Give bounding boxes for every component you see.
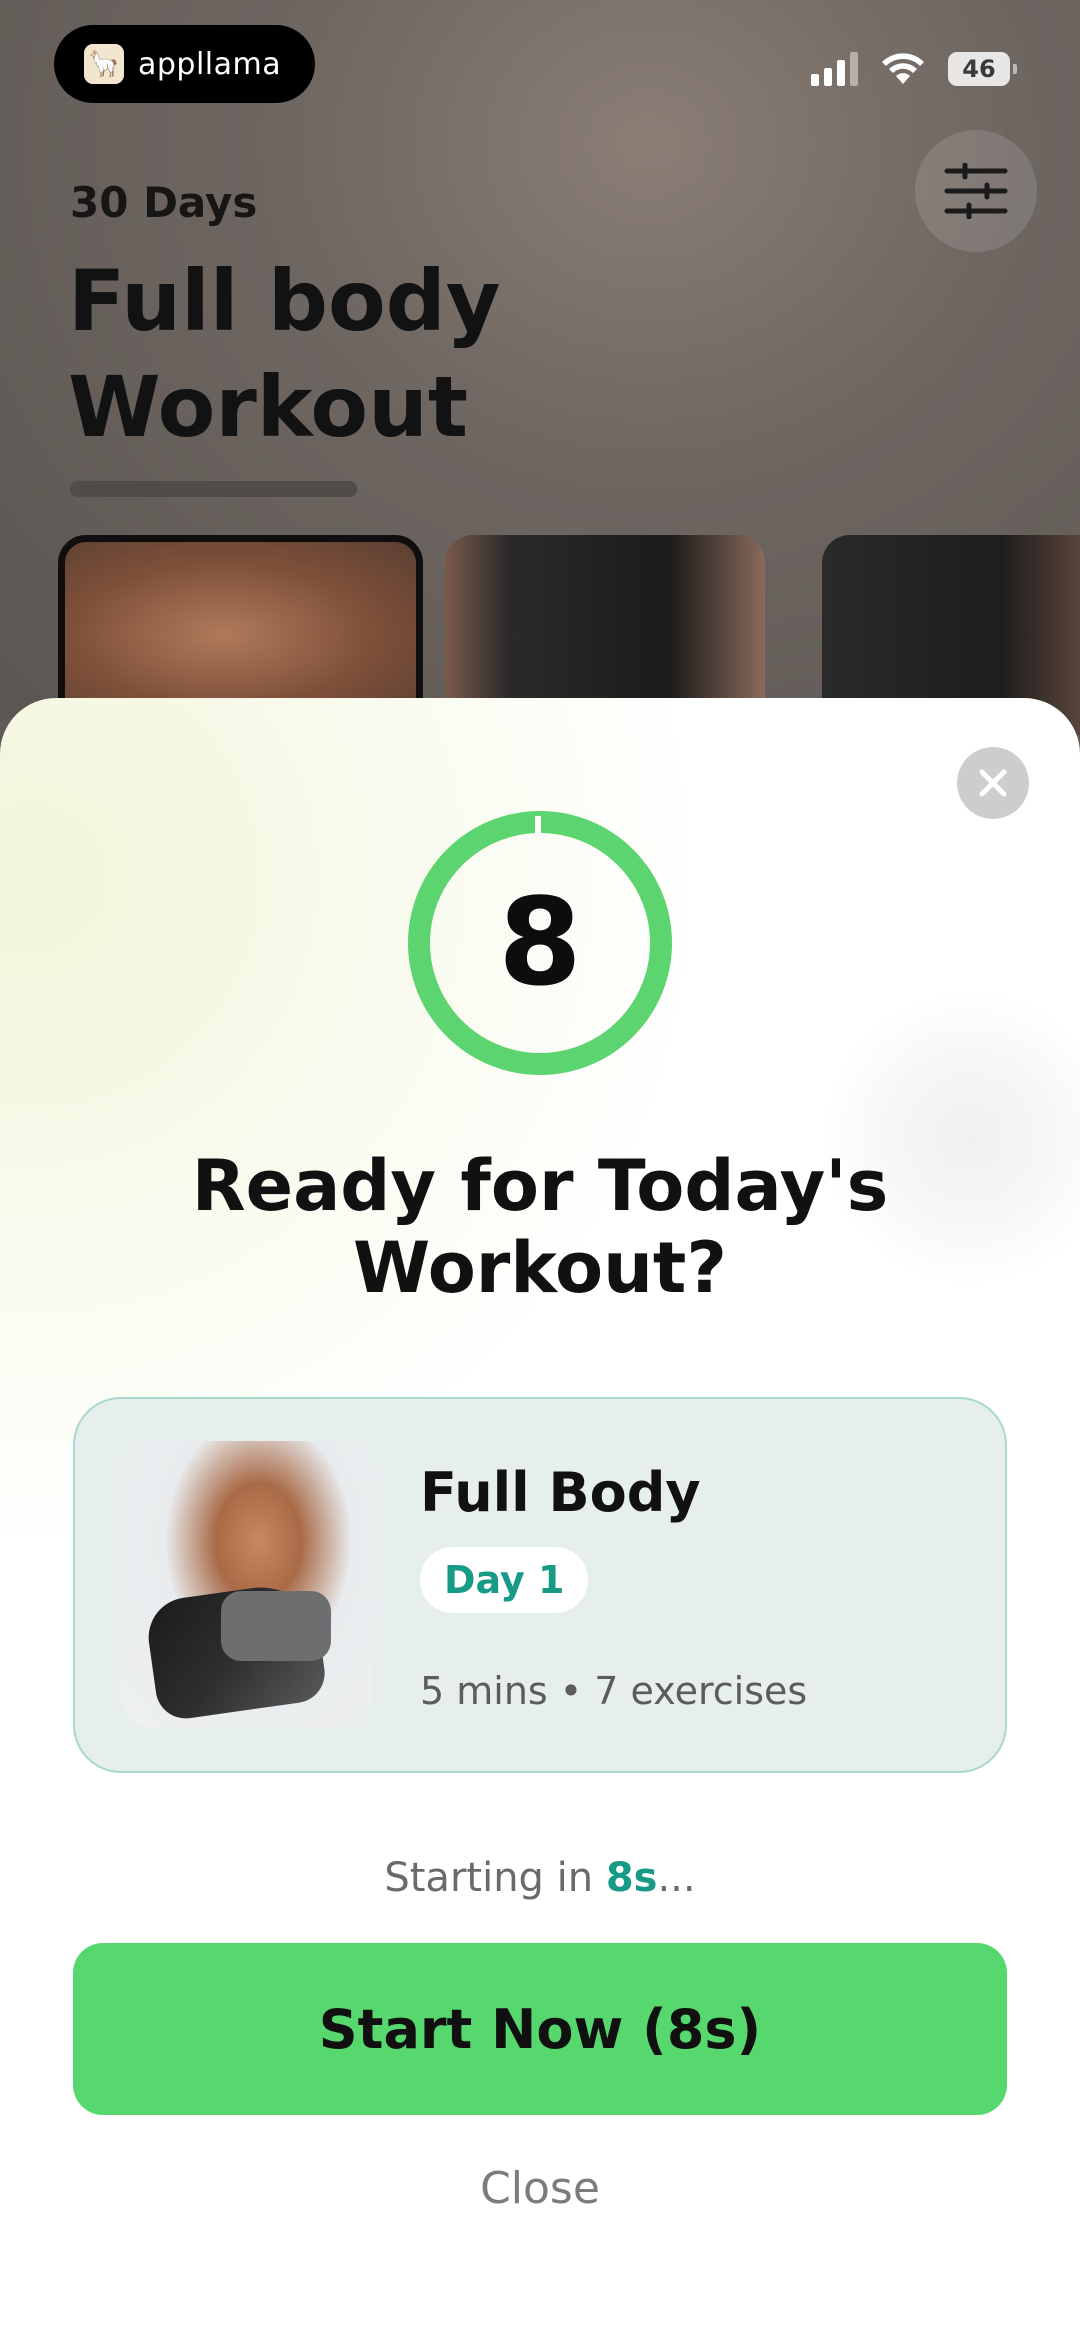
- status-bar-icons: 46: [811, 52, 1017, 86]
- workout-image: [121, 1441, 371, 1728]
- program-duration: 30 Days: [70, 178, 258, 227]
- program-title-line2: Workout: [68, 358, 469, 456]
- close-icon: [979, 769, 1007, 797]
- starting-suffix: ...: [657, 1855, 696, 1901]
- workout-card[interactable]: Full Body Day 1 5 mins • 7 exercises: [73, 1397, 1007, 1773]
- filter-sliders-icon: [944, 163, 1008, 219]
- workout-meta: 5 mins • 7 exercises: [420, 1669, 808, 1713]
- wifi-icon: [882, 53, 924, 84]
- program-title-line1: Full body: [68, 252, 501, 350]
- sheet-title: Ready for Today's Workout?: [0, 1145, 1080, 1309]
- day-badge: Day 1: [420, 1547, 589, 1613]
- countdown-number: 8: [498, 873, 582, 1013]
- cellular-signal-icon: [811, 52, 858, 86]
- program-progress-bar: [70, 481, 357, 497]
- countdown-timer: 8: [405, 808, 675, 1078]
- llama-logo-icon: 🦙: [84, 44, 124, 84]
- filter-button[interactable]: [915, 130, 1037, 252]
- close-sheet-button[interactable]: [957, 747, 1029, 819]
- workout-name: Full Body: [420, 1461, 701, 1524]
- starting-prefix: Starting in: [384, 1855, 606, 1901]
- starting-value: 8s: [605, 1855, 658, 1901]
- battery-icon: 46: [948, 52, 1017, 86]
- program-title: Full body Workout: [68, 248, 501, 460]
- close-link[interactable]: Close: [0, 2163, 1080, 2214]
- ready-workout-sheet: 8 Ready for Today's Workout? Full Body D…: [0, 698, 1080, 2337]
- start-now-button[interactable]: Start Now (8s): [73, 1943, 1007, 2115]
- app-pill-label: appllama: [138, 46, 282, 82]
- starting-in-text: Starting in 8s...: [0, 1855, 1080, 1901]
- app-pill[interactable]: 🦙 appllama: [54, 25, 315, 103]
- sheet-title-line1: Ready for Today's: [191, 1145, 889, 1227]
- sheet-title-line2: Workout?: [353, 1227, 727, 1309]
